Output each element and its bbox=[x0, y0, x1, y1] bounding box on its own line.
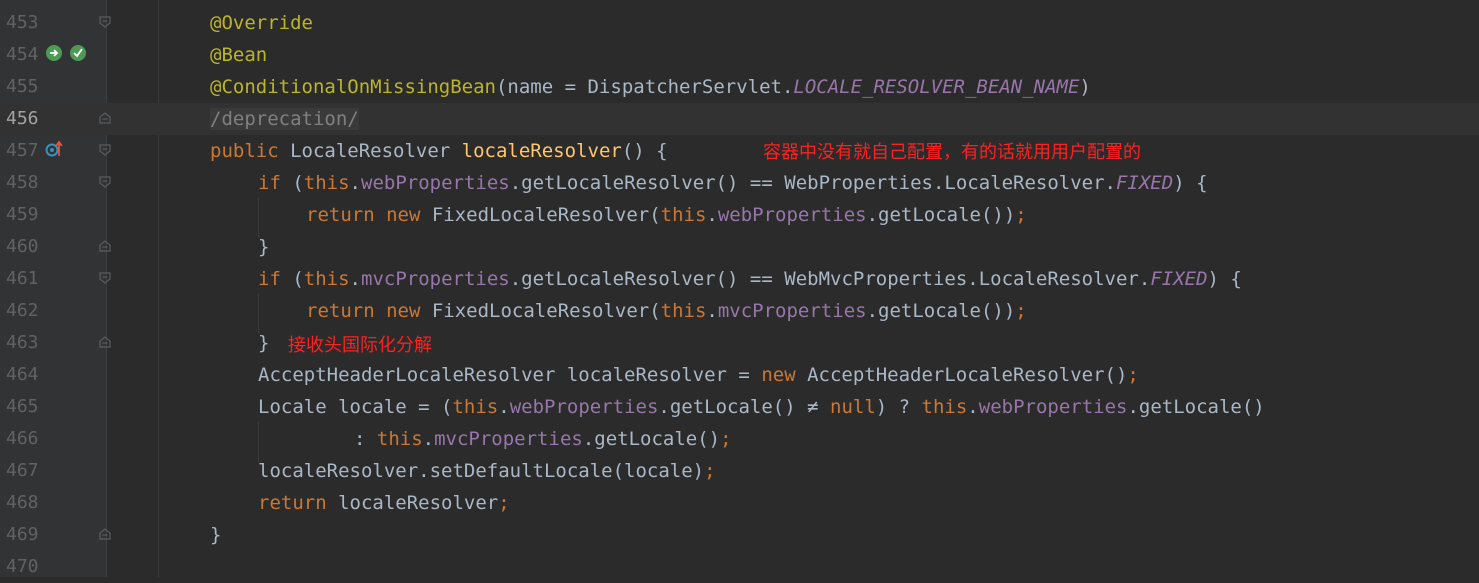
line-number: 463 bbox=[6, 332, 39, 353]
line-number: 470 bbox=[6, 556, 39, 577]
code-line[interactable]: 467 localeResolver.setDefaultLocale(loca… bbox=[0, 455, 1479, 487]
line-number: 467 bbox=[6, 460, 39, 481]
line-number: 468 bbox=[6, 492, 39, 513]
fold-marker-icon[interactable] bbox=[99, 112, 111, 124]
implemented-method-icon[interactable] bbox=[45, 140, 63, 158]
fold-marker-icon[interactable] bbox=[99, 272, 111, 284]
bean-icon[interactable] bbox=[45, 44, 63, 62]
code-line[interactable]: 464 AcceptHeaderLocaleResolver localeRes… bbox=[0, 359, 1479, 391]
fold-marker-icon[interactable] bbox=[99, 528, 111, 540]
line-number: 460 bbox=[6, 236, 39, 257]
code-line[interactable]: 454 @Bean bbox=[0, 39, 1479, 71]
fold-marker-icon[interactable] bbox=[99, 240, 111, 252]
code-line[interactable]: 455 @ConditionalOnMissingBean(name = Dis… bbox=[0, 71, 1479, 103]
code-line[interactable]: 459 return new FixedLocaleResolver(this.… bbox=[0, 199, 1479, 231]
code-line[interactable]: 457 public LocaleResolver localeResolver… bbox=[0, 135, 1479, 167]
line-number: 455 bbox=[6, 76, 39, 97]
code-text: @Override bbox=[210, 12, 313, 34]
line-number: 454 bbox=[6, 44, 39, 65]
code-text: if (this.mvcProperties.getLocaleResolver… bbox=[258, 268, 1242, 290]
code-text: localeResolver.setDefaultLocale(locale); bbox=[258, 460, 716, 482]
line-number: 453 bbox=[6, 12, 39, 33]
code-text: Locale locale = (this.webProperties.getL… bbox=[258, 396, 1265, 418]
code-line[interactable]: 469 } bbox=[0, 519, 1479, 551]
code-line[interactable]: 458 if (this.webProperties.getLocaleReso… bbox=[0, 167, 1479, 199]
code-line[interactable]: 462 return new FixedLocaleResolver(this.… bbox=[0, 295, 1479, 327]
code-line[interactable]: 460 } bbox=[0, 231, 1479, 263]
line-number: 462 bbox=[6, 300, 39, 321]
line-number: 464 bbox=[6, 364, 39, 385]
code-text: : this.mvcProperties.getLocale(); bbox=[354, 428, 732, 450]
line-number: 465 bbox=[6, 396, 39, 417]
line-number: 457 bbox=[6, 140, 39, 161]
annotation-note: 接收头国际化分解 bbox=[288, 335, 432, 356]
code-text: @ConditionalOnMissingBean(name = Dispatc… bbox=[210, 76, 1091, 98]
annotation-note: 容器中没有就自己配置，有的话就用用户配置的 bbox=[763, 142, 1141, 163]
code-text: /deprecation/ bbox=[210, 108, 359, 130]
code-text: return localeResolver; bbox=[258, 492, 510, 514]
line-number: 458 bbox=[6, 172, 39, 193]
override-implement-icon[interactable] bbox=[69, 44, 87, 62]
fold-marker-icon[interactable] bbox=[99, 16, 111, 28]
code-text: return new FixedLocaleResolver(this.webP… bbox=[306, 204, 1027, 226]
fold-marker-icon[interactable] bbox=[99, 176, 111, 188]
code-text: public LocaleResolver localeResolver() { bbox=[210, 140, 668, 162]
code-line[interactable]: 465 Locale locale = (this.webProperties.… bbox=[0, 391, 1479, 423]
code-text: return new FixedLocaleResolver(this.mvcP… bbox=[306, 300, 1027, 322]
fold-marker-icon[interactable] bbox=[99, 144, 111, 156]
line-number: 469 bbox=[6, 524, 39, 545]
code-text: @Bean bbox=[210, 44, 268, 66]
code-line[interactable]: 463 } 接收头国际化分解 bbox=[0, 327, 1479, 359]
code-text: AcceptHeaderLocaleResolver localeResolve… bbox=[258, 364, 1139, 386]
code-line[interactable]: 466 : this.mvcProperties.getLocale(); bbox=[0, 423, 1479, 455]
code-line[interactable]: 468 return localeResolver; bbox=[0, 487, 1479, 519]
line-number: 461 bbox=[6, 268, 39, 289]
fold-marker-icon[interactable] bbox=[99, 336, 111, 348]
line-number: 466 bbox=[6, 428, 39, 449]
code-line-current[interactable]: 456 /deprecation/ bbox=[0, 103, 1479, 135]
code-text: if (this.webProperties.getLocaleResolver… bbox=[258, 172, 1208, 194]
code-text: } bbox=[258, 332, 270, 354]
code-text: } bbox=[258, 236, 270, 258]
line-number: 459 bbox=[6, 204, 39, 225]
line-number: 456 bbox=[6, 108, 39, 129]
code-line[interactable]: 470 bbox=[0, 551, 1479, 583]
code-line[interactable]: 461 if (this.mvcProperties.getLocaleReso… bbox=[0, 263, 1479, 295]
code-line[interactable]: 453 @Override bbox=[0, 7, 1479, 39]
code-text: } bbox=[210, 524, 222, 546]
